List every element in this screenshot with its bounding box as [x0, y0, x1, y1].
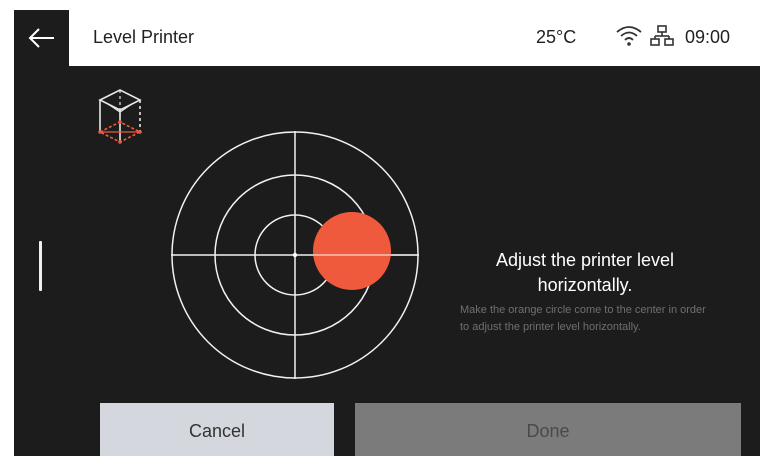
clock: 09:00	[685, 27, 731, 47]
temperature-readout: 25°C	[536, 27, 577, 47]
wifi-icon	[616, 26, 642, 46]
side-handle[interactable]	[39, 241, 42, 291]
level-bubble	[313, 212, 391, 290]
device-screen: Level Printer 25°C 09:00 Adjust the prin…	[14, 10, 760, 456]
page-title: Level Printer	[93, 27, 195, 47]
top-bar: Level Printer 25°C 09:00	[14, 10, 760, 66]
done-button[interactable]: Done	[355, 403, 741, 456]
cancel-button[interactable]: Cancel	[100, 403, 334, 456]
instruction-title: Adjust the printer level horizontally.	[495, 250, 675, 295]
cube-level-icon	[98, 89, 142, 144]
title-bar: Level Printer 25°C 09:00	[69, 10, 760, 66]
level-target	[171, 131, 419, 379]
screen-frame: Level Printer 25°C 09:00 Adjust the prin…	[0, 0, 760, 456]
network-icon	[650, 25, 674, 46]
back-button[interactable]	[14, 10, 69, 66]
center-dot	[292, 252, 298, 258]
back-arrow-icon	[28, 28, 54, 48]
instruction-body: Make the orange circle come to the cente…	[460, 304, 706, 333]
